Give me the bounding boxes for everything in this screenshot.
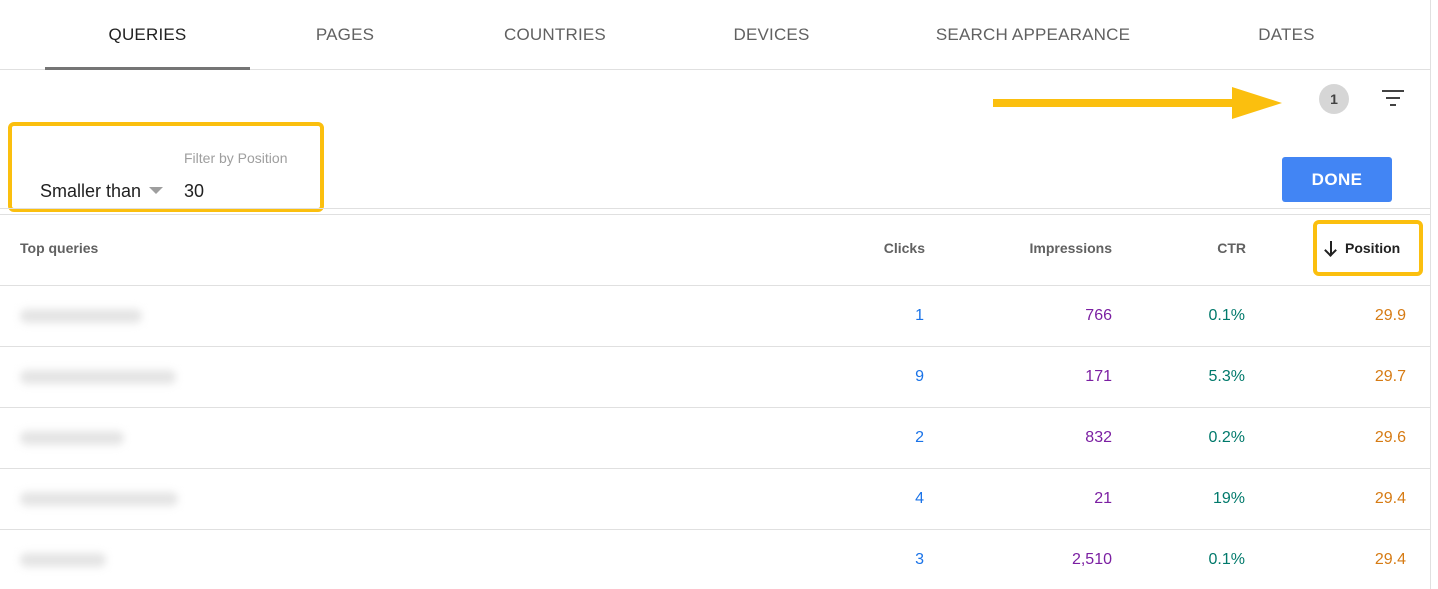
filter-list-icon[interactable] [1380,88,1406,110]
table-row[interactable]: 2 832 0.2% 29.6 [0,408,1430,469]
header-clicks[interactable]: Clicks [884,240,925,256]
cell-ctr: 0.1% [1208,307,1245,324]
filter-label: Filter by Position [184,150,288,166]
tab-countries[interactable]: COUNTRIES [470,0,640,70]
done-button[interactable]: DONE [1282,157,1392,202]
tab-pages[interactable]: PAGES [270,0,420,70]
cell-impressions: 832 [1085,429,1112,446]
active-filter-count-badge[interactable]: 1 [1319,84,1349,114]
arrow-downward-icon [1324,240,1337,257]
cell-position: 29.6 [1374,429,1406,446]
redaction-overlay [10,413,218,465]
active-tab-indicator [45,67,250,70]
redaction-overlay [10,352,218,404]
tab-devices[interactable]: DEVICES [695,0,848,70]
header-top-queries[interactable]: Top queries [20,240,98,256]
cell-clicks: 3 [915,551,924,568]
table-row[interactable]: 1 766 0.1% 29.9 [0,286,1430,347]
dimension-tabs: QUERIES PAGES COUNTRIES DEVICES SEARCH A… [0,0,1430,70]
header-ctr[interactable]: CTR [1217,240,1246,256]
filter-operator-select[interactable]: Smaller than [40,181,141,202]
header-position[interactable]: Position [1324,240,1401,257]
cell-clicks: 2 [915,429,924,446]
cell-clicks: 4 [915,490,924,507]
cell-ctr: 0.2% [1208,429,1245,446]
table-row[interactable]: 4 21 19% 29.4 [0,469,1430,530]
dropdown-caret-icon[interactable] [149,187,163,194]
redaction-overlay [10,291,218,343]
cell-position: 29.4 [1374,490,1406,507]
filter-value-input[interactable]: 30 [184,181,304,202]
cell-ctr: 0.1% [1208,551,1245,568]
cell-impressions: 171 [1085,368,1112,385]
annotation-arrow-line [993,99,1241,107]
cell-impressions: 2,510 [1071,551,1112,568]
filter-divider [0,208,1430,209]
cell-impressions: 21 [1094,490,1112,507]
panel-edge [1430,0,1431,589]
cell-position: 29.7 [1374,368,1406,385]
table-top-border [0,214,1430,215]
search-performance-report: QUERIES PAGES COUNTRIES DEVICES SEARCH A… [0,0,1438,589]
cell-position: 29.9 [1374,307,1406,324]
header-impressions[interactable]: Impressions [1030,240,1112,256]
annotation-arrow-head [1232,87,1282,119]
tab-queries[interactable]: QUERIES [45,0,250,70]
tab-dates[interactable]: DATES [1225,0,1348,70]
table-row[interactable]: 3 2,510 0.1% 29.4 [0,530,1430,589]
cell-ctr: 19% [1212,490,1245,507]
redaction-overlay [10,474,218,526]
cell-ctr: 5.3% [1208,368,1245,385]
cell-position: 29.4 [1374,551,1406,568]
cell-clicks: 9 [915,368,924,385]
header-position-label: Position [1345,240,1401,256]
tab-search-appearance[interactable]: SEARCH APPEARANCE [920,0,1146,70]
cell-clicks: 1 [915,307,924,324]
redaction-overlay [10,535,218,587]
cell-impressions: 766 [1085,307,1112,324]
table-row[interactable]: 9 171 5.3% 29.7 [0,347,1430,408]
